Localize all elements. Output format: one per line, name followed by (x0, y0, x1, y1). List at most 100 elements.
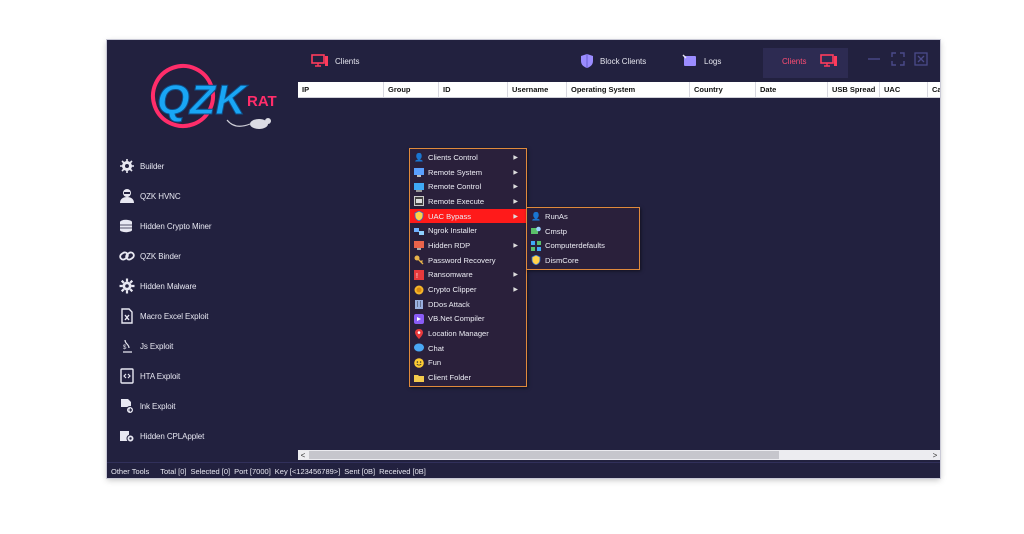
column-header-username[interactable]: Username (508, 82, 567, 97)
sidebar-item-label: QZK Binder (140, 251, 181, 261)
menu-item-vbnet-compiler[interactable]: VB.Net Compiler (410, 312, 526, 327)
menu-item-label: Cmstp (545, 226, 567, 236)
close-icon[interactable] (914, 52, 928, 66)
menu-item-label: Computerdefaults (545, 241, 605, 251)
sidebar-item-label: QZK HVNC (140, 191, 181, 201)
sidebar-item-qzk-binder[interactable]: QZK Binder (119, 245, 181, 267)
tab-block-clients-label: Block Clients (600, 56, 647, 66)
app-window: QZK RAT Builder QZK HVNC Hidden Crypto M (107, 40, 940, 478)
column-header-operating-system[interactable]: Operating System (567, 82, 690, 97)
menu-item-label: Remote System (428, 167, 483, 177)
menu-item-crypto-clipper[interactable]: Crypto Clipper ▶ (410, 282, 526, 297)
status-selected: Selected [0] (190, 466, 231, 476)
menu-item-label: Remote Execute (428, 196, 485, 206)
tab-clients-active-label: Clients (782, 56, 807, 66)
sidebar-item-label: Builder (140, 161, 165, 171)
menu-item-label: Location Manager (428, 329, 489, 339)
sidebar-item-qzk-hvnc[interactable]: QZK HVNC (119, 185, 181, 207)
menu-item-label: Clients Control (428, 152, 478, 162)
defaults-icon (531, 240, 541, 251)
horizontal-scrollbar[interactable]: < > (298, 450, 940, 460)
maximize-icon[interactable] (891, 52, 905, 66)
menu-item-ngrok-installer[interactable]: Ngrok Installer (410, 223, 526, 238)
column-header-usb-spread[interactable]: USB Spread (828, 82, 880, 97)
submenu-arrow-icon: ▶ (513, 169, 518, 176)
column-header-uac[interactable]: UAC (880, 82, 928, 97)
sidebar-item-hidden-cplapplet[interactable]: Hidden CPLApplet (119, 425, 204, 447)
column-header-group[interactable]: Group (384, 82, 439, 97)
sidebar-item-hidden-crypto-miner[interactable]: Hidden Crypto Miner (119, 215, 212, 237)
menu-item-uac-bypass[interactable]: UAC Bypass ▶ (410, 208, 526, 224)
svg-text:QZK: QZK (157, 76, 248, 124)
menu-item-chat[interactable]: Chat (410, 341, 526, 356)
tab-clients-label: Clients (335, 56, 360, 66)
submenu-item-runas[interactable]: 👤 RunAs (527, 209, 639, 224)
top-bar: Clients Block Clients Logs Clients (298, 40, 940, 82)
tab-block-clients[interactable]: Block Clients (580, 53, 646, 69)
menu-item-clients-control[interactable]: 👤 Clients Control ▶ (410, 150, 526, 165)
menu-item-location-manager[interactable]: Location Manager (410, 326, 526, 341)
other-tools-button[interactable]: Other Tools (111, 467, 149, 476)
menu-item-hidden-rdp[interactable]: Hidden RDP ▶ (410, 238, 526, 253)
scroll-right-icon[interactable]: > (930, 450, 940, 460)
context-menu: 👤 Clients Control ▶ Remote System ▶ Remo… (409, 148, 527, 387)
menu-item-ransomware[interactable]: ! Ransomware ▶ (410, 268, 526, 283)
menu-item-label: Ngrok Installer (428, 226, 477, 236)
vs-icon (414, 313, 424, 324)
sidebar-item-macro-excel-exploit[interactable]: Macro Excel Exploit (119, 305, 208, 327)
column-header-id[interactable]: ID (439, 82, 508, 97)
shortcut-file-icon (119, 398, 135, 414)
status-received: Received [0B] (379, 466, 426, 476)
menu-item-label: UAC Bypass (428, 211, 472, 221)
sidebar-item-lnk-exploit[interactable]: lnk Exploit (119, 395, 175, 417)
key-icon (414, 255, 424, 265)
menu-item-ddos-attack[interactable]: DDos Attack (410, 297, 526, 312)
menu-item-remote-system[interactable]: Remote System ▶ (410, 165, 526, 180)
runas-icon: 👤 (531, 211, 541, 221)
clients-grid[interactable]: IP Group ID Username Operating System Co… (298, 82, 940, 462)
tab-clients[interactable]: Clients (311, 53, 359, 69)
gear-bug-icon (119, 158, 135, 174)
logs-icon (682, 54, 698, 68)
submenu-arrow-icon: ▶ (513, 154, 518, 161)
sidebar-item-label: lnk Exploit (140, 401, 176, 411)
menu-item-remote-execute[interactable]: Remote Execute ▶ (410, 194, 526, 209)
pin-icon (414, 328, 424, 339)
sidebar-item-label: Js Exploit (140, 341, 174, 351)
hacker-icon (119, 188, 135, 204)
link-icon (119, 248, 135, 264)
sidebar-item-hta-exploit[interactable]: HTA Exploit (119, 365, 180, 387)
coins-icon (119, 218, 135, 234)
status-key: Key [<123456789>] (274, 466, 341, 476)
menu-item-label: RunAs (545, 211, 568, 221)
ransom-icon: ! (414, 269, 424, 280)
qzk-rat-logo: QZK RAT (147, 52, 287, 140)
column-header-country[interactable]: Country (690, 82, 756, 97)
sidebar-item-builder[interactable]: Builder (119, 155, 164, 177)
scrollbar-thumb[interactable] (309, 451, 779, 459)
column-header-ca[interactable]: Ca (928, 82, 940, 97)
minimize-icon[interactable] (867, 52, 881, 66)
menu-item-label: VB.Net Compiler (428, 314, 485, 324)
cog-icon (119, 278, 135, 294)
column-header-date[interactable]: Date (756, 82, 828, 97)
submenu-item-computerdefaults[interactable]: Computerdefaults (527, 238, 639, 253)
menu-item-password-recovery[interactable]: Password Recovery (410, 253, 526, 268)
sidebar-item-hidden-malware[interactable]: Hidden Malware (119, 275, 197, 297)
sidebar-item-js-exploit[interactable]: $ Js Exploit (119, 335, 173, 357)
dism-icon (531, 255, 541, 266)
menu-item-label: Client Folder (428, 373, 472, 383)
menu-item-label: Fun (428, 358, 442, 368)
status-port: Port [7000] (234, 466, 271, 476)
tab-logs[interactable]: Logs (682, 53, 721, 69)
menu-item-fun[interactable]: Fun (410, 356, 526, 371)
menu-item-remote-control[interactable]: Remote Control ▶ (410, 179, 526, 194)
scroll-left-icon[interactable]: < (298, 450, 308, 460)
monitor-icon (820, 54, 838, 68)
submenu-item-cmstp[interactable]: Cmstp (527, 224, 639, 239)
excel-file-icon (119, 308, 135, 324)
column-header-ip[interactable]: IP (298, 82, 384, 97)
menu-item-client-folder[interactable]: Client Folder (410, 370, 526, 385)
submenu-item-dismcore[interactable]: DismCore (527, 253, 639, 268)
tab-clients-active[interactable]: Clients (782, 53, 844, 69)
